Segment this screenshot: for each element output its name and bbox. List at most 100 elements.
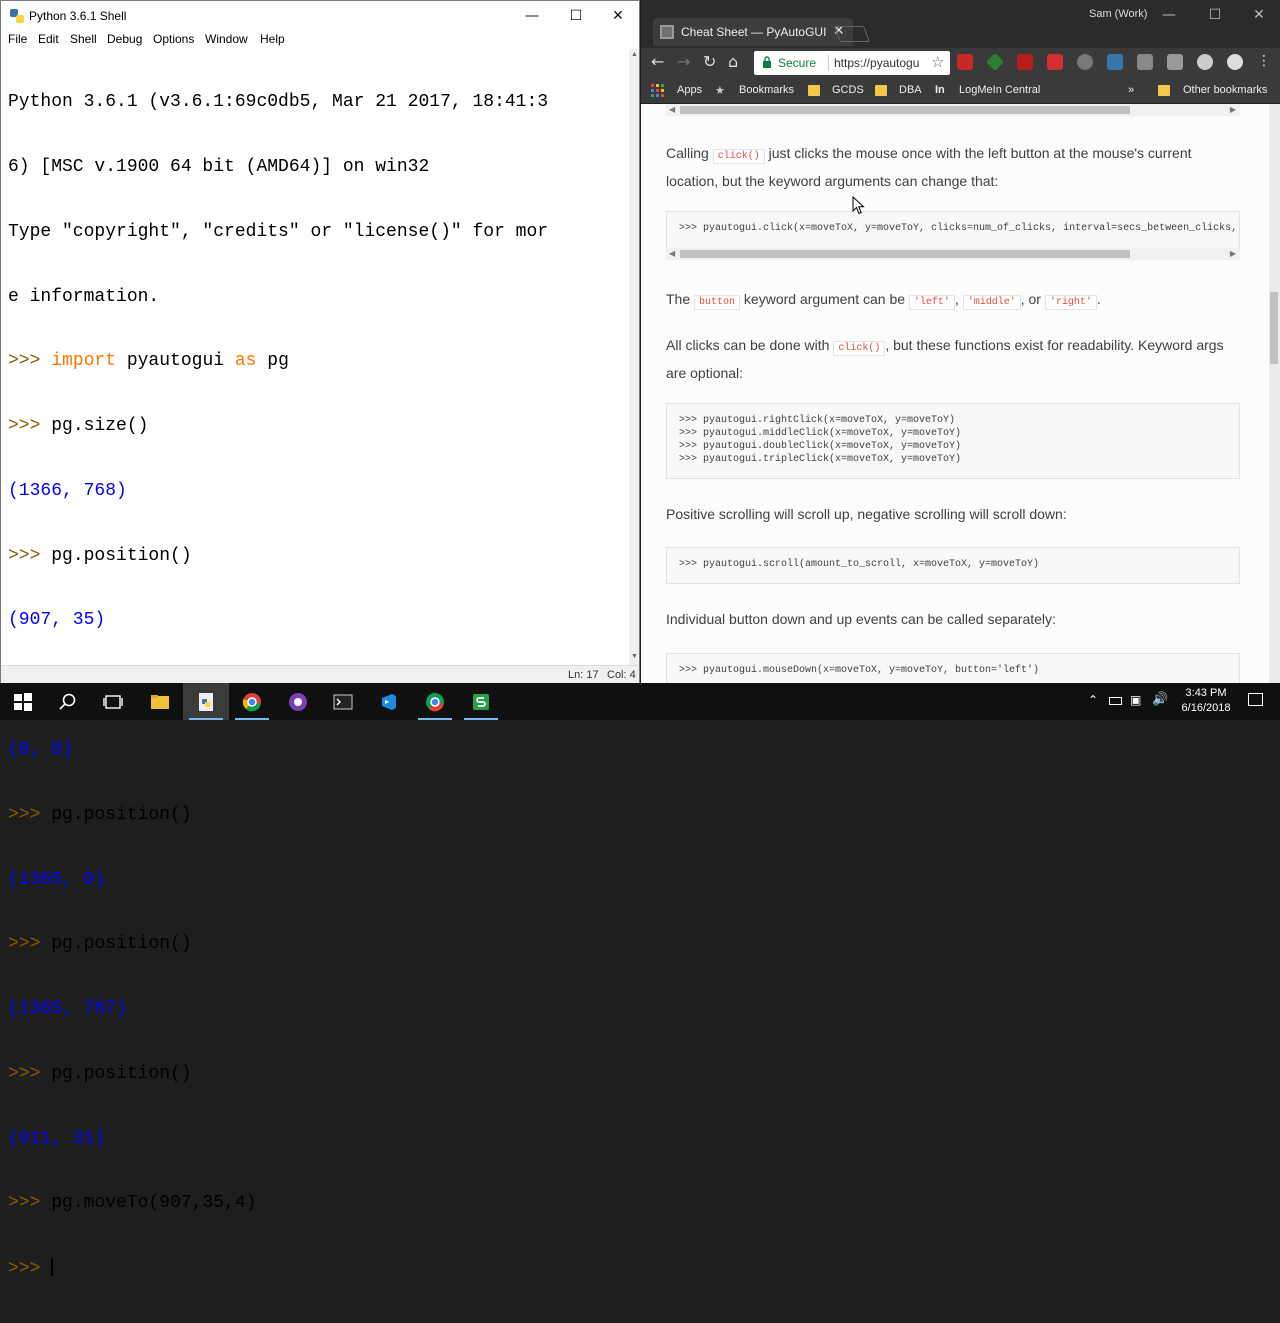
scroll-right-icon[interactable]: ▶ [1230,105,1236,114]
page-content[interactable]: ◀ ▶ Calling click() just clicks the mous… [641,104,1269,683]
idle-taskbar-button[interactable] [183,683,229,720]
bookmark-apps[interactable]: Apps [677,84,702,96]
menu-options[interactable]: Options [153,32,194,46]
extension-icon[interactable] [1017,54,1033,70]
scrollbar-thumb[interactable] [1270,292,1278,364]
action-center-icon[interactable] [1248,693,1263,706]
screen-recorder-taskbar-button[interactable] [458,683,504,720]
terminal-taskbar-button[interactable] [320,683,366,720]
shell-output-line: (1365, 0) [8,869,106,890]
location-extension-icon[interactable] [1077,54,1093,70]
drive-extension-icon[interactable] [985,52,1005,72]
app-taskbar-button[interactable] [275,683,321,720]
clock[interactable]: 3:43 PM 6/16/2018 [1176,686,1236,716]
menu-help[interactable]: Help [260,32,285,46]
scrollbar-thumb[interactable] [680,250,1130,258]
vertical-scrollbar[interactable]: ▲ ▼ [629,49,639,665]
command: pg.position() [51,1063,192,1084]
shell-current-line[interactable]: >>> [8,1258,629,1280]
scroll-down-icon[interactable]: ▼ [631,653,638,660]
bookmark-other-bookmarks[interactable]: Other bookmarks [1183,84,1267,96]
reload-icon[interactable]: ↻ [703,52,716,71]
inline-code: click() [712,149,765,164]
file-explorer-button[interactable] [137,683,183,720]
extension-icon[interactable] [1137,54,1153,70]
scroll-left-icon[interactable]: ◀ [669,105,675,114]
python-extension-icon[interactable] [1107,54,1123,70]
scroll-right-icon[interactable]: ▶ [1230,249,1236,258]
title-bar[interactable]: Python 3.6.1 Shell — ☐ ✕ [1,1,639,31]
page-vertical-scrollbar[interactable] [1269,104,1280,683]
battery-icon[interactable] [1109,697,1122,705]
logmein-icon: In [935,84,945,96]
paragraph: Calling click() just clicks the mouse on… [666,141,1246,193]
back-icon[interactable]: ← [651,52,664,71]
menu-window[interactable]: Window [205,32,248,46]
extension-icon[interactable] [1197,54,1213,70]
scroll-up-icon[interactable]: ▲ [631,51,638,58]
code-block: >>> pyautogui.click(x=moveToX, y=moveToY… [666,211,1240,248]
maximize-button[interactable]: ☐ [1192,0,1238,30]
visual-studio-taskbar-button[interactable] [366,683,412,720]
bookmark-star-icon[interactable]: ☆ [931,53,944,71]
purple-app-icon [289,693,307,711]
text: All clicks can be done with [666,337,834,353]
shell-input-line: >>> pg.position() [8,1064,629,1086]
menu-shell[interactable]: Shell [70,32,97,46]
menu-edit[interactable]: Edit [38,32,59,46]
browser-tab[interactable]: Cheat Sheet — PyAutoGUI ✕ [653,18,853,46]
scroll-left-icon[interactable]: ◀ [669,249,675,258]
volume-icon[interactable]: 🔊 [1152,692,1168,707]
module-alias: pg [256,351,289,372]
profile-name[interactable]: Sam (Work) [1089,8,1147,20]
address-bar[interactable]: Secure https://pyautogui.readthedocs.io/… [754,51,950,75]
page-favicon-icon [660,25,674,39]
shell-input-line: >>> import pyautogui as pg [8,351,629,373]
paragraph: All clicks can be done with click(), but… [666,333,1246,385]
code-block: >>> pyautogui.rightClick(x=moveToX, y=mo… [666,403,1240,479]
banner-line: Type "copyright", "credits" or "license(… [8,221,549,242]
code-horizontal-scrollbar[interactable]: ◀ ▶ [666,248,1240,260]
scrollbar-thumb[interactable] [680,106,1130,114]
forward-icon[interactable]: → [677,52,690,71]
bookmark-logmein-central[interactable]: LogMeIn Central [959,84,1040,96]
extension-icon[interactable] [1227,54,1243,70]
text: Calling [666,145,713,161]
maximize-button[interactable]: ☐ [553,1,599,31]
new-tab-button[interactable] [834,26,870,42]
close-button[interactable]: ✕ [595,1,641,31]
task-view-button[interactable] [90,683,136,720]
adblock-extension-icon[interactable] [957,54,973,70]
recorder-icon [473,694,489,710]
chevron-up-icon[interactable]: ⌃ [1088,693,1098,707]
search-button[interactable] [45,683,91,720]
chrome-taskbar-button[interactable] [229,683,275,720]
gmail-extension-icon[interactable] [1047,54,1063,70]
shell-input-line: >>> pg.position() [8,805,629,827]
bookmark-dba[interactable]: DBA [899,84,922,96]
extension-icon[interactable] [1167,54,1183,70]
bookmark-gcds[interactable]: GCDS [832,84,864,96]
menu-debug[interactable]: Debug [107,32,142,46]
menu-file[interactable]: File [8,32,27,46]
code-horizontal-scrollbar[interactable]: ◀ ▶ [666,104,1240,116]
network-icon[interactable]: ▣ [1130,693,1141,707]
start-button[interactable] [0,683,46,720]
prompt: >>> [8,1063,52,1084]
close-button[interactable]: ✕ [1236,0,1280,30]
prompt: >>> [8,934,52,955]
banner-line: 6) [MSC v.1900 64 bit (AMD64)] on win32 [8,156,430,177]
shell-text-area[interactable]: Python 3.6.1 (v3.6.1:69c0db5, Mar 21 201… [1,49,629,1279]
apps-grid-icon[interactable] [651,84,665,98]
minimize-button[interactable]: — [1146,0,1192,30]
home-icon[interactable]: ⌂ [728,52,738,71]
minimize-button[interactable]: — [509,1,555,31]
chrome-taskbar-button[interactable] [412,683,458,720]
chevron-right-icon[interactable]: » [1128,84,1134,96]
bookmark-bookmarks[interactable]: Bookmarks [739,84,794,96]
star-icon: ★ [715,85,725,97]
clock-date: 6/16/2018 [1181,702,1231,714]
tab-title: Cheat Sheet — PyAutoGUI [681,25,827,39]
secure-label: Secure [778,56,817,70]
menu-dots-icon[interactable]: ⋮ [1257,53,1271,69]
